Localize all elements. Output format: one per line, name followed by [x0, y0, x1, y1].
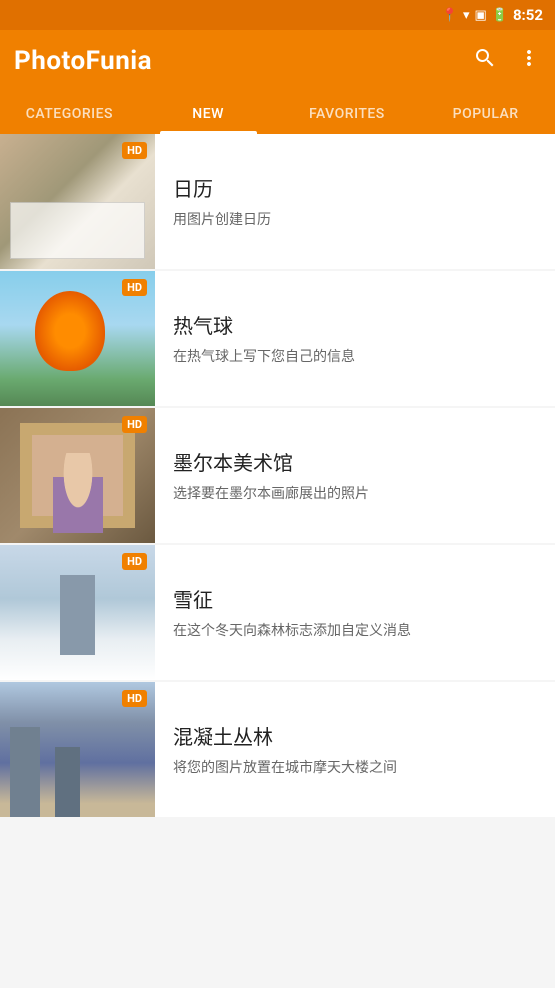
- item-description: 选择要在墨尔本画廊展出的照片: [173, 484, 537, 505]
- item-text-calendar: 日历 用图片创建日历: [155, 159, 555, 245]
- status-bar: 📍 ▾ ▣ 🔋 8:52: [0, 0, 555, 30]
- app-header: PhotoFunia: [0, 30, 555, 92]
- item-image-museum: HD: [0, 408, 155, 543]
- item-title: 热气球: [173, 310, 537, 339]
- item-image-calendar: HD: [0, 134, 155, 269]
- header-actions: [473, 46, 541, 76]
- status-time: 8:52: [513, 6, 543, 24]
- location-icon: 📍: [442, 8, 458, 23]
- item-image-snow: HD: [0, 545, 155, 680]
- item-title: 雪征: [173, 584, 537, 613]
- search-icon[interactable]: [473, 46, 497, 76]
- tab-new[interactable]: NEW: [139, 92, 278, 132]
- item-title: 混凝土丛林: [173, 721, 537, 750]
- item-title: 日历: [173, 173, 537, 202]
- tab-categories[interactable]: CATEGORIES: [0, 92, 139, 132]
- item-image-city: HD: [0, 682, 155, 817]
- item-text-city: 混凝土丛林 将您的图片放置在城市摩天大楼之间: [155, 707, 555, 793]
- item-description: 将您的图片放置在城市摩天大楼之间: [173, 758, 537, 779]
- app-logo: PhotoFunia: [14, 46, 152, 76]
- logo-photo: Photo: [14, 46, 86, 76]
- item-text-balloon: 热气球 在热气球上写下您自己的信息: [155, 296, 555, 382]
- item-image-balloon: HD: [0, 271, 155, 406]
- item-description: 在这个冬天向森林标志添加自定义消息: [173, 621, 537, 642]
- list-item[interactable]: HD 热气球 在热气球上写下您自己的信息: [0, 271, 555, 406]
- item-description: 用图片创建日历: [173, 210, 537, 231]
- hd-badge: HD: [122, 690, 147, 707]
- tab-favorites[interactable]: FAVORITES: [278, 92, 417, 132]
- item-text-snow: 雪征 在这个冬天向森林标志添加自定义消息: [155, 570, 555, 656]
- hd-badge: HD: [122, 416, 147, 433]
- list-item[interactable]: HD 日历 用图片创建日历: [0, 134, 555, 269]
- sim-icon: ▣: [474, 8, 486, 23]
- tab-bar: CATEGORIES NEW FAVORITES POPULAR: [0, 92, 555, 134]
- content-list: HD 日历 用图片创建日历 HD 热气球 在热气球上写下您自己的信息 HD 墨尔…: [0, 134, 555, 978]
- battery-icon: 🔋: [492, 8, 508, 23]
- hd-badge: HD: [122, 142, 147, 159]
- more-options-icon[interactable]: [517, 46, 541, 76]
- list-item[interactable]: HD 混凝土丛林 将您的图片放置在城市摩天大楼之间: [0, 682, 555, 817]
- tab-popular[interactable]: POPULAR: [416, 92, 555, 132]
- item-title: 墨尔本美术馆: [173, 447, 537, 476]
- wifi-icon: ▾: [463, 8, 470, 23]
- status-icons: 📍 ▾ ▣ 🔋 8:52: [442, 6, 543, 24]
- hd-badge: HD: [122, 279, 147, 296]
- item-text-museum: 墨尔本美术馆 选择要在墨尔本画廊展出的照片: [155, 433, 555, 519]
- list-item[interactable]: HD 墨尔本美术馆 选择要在墨尔本画廊展出的照片: [0, 408, 555, 543]
- item-description: 在热气球上写下您自己的信息: [173, 347, 537, 368]
- list-item[interactable]: HD 雪征 在这个冬天向森林标志添加自定义消息: [0, 545, 555, 680]
- logo-funia: Funia: [86, 46, 152, 76]
- hd-badge: HD: [122, 553, 147, 570]
- person-overlay: [53, 453, 103, 533]
